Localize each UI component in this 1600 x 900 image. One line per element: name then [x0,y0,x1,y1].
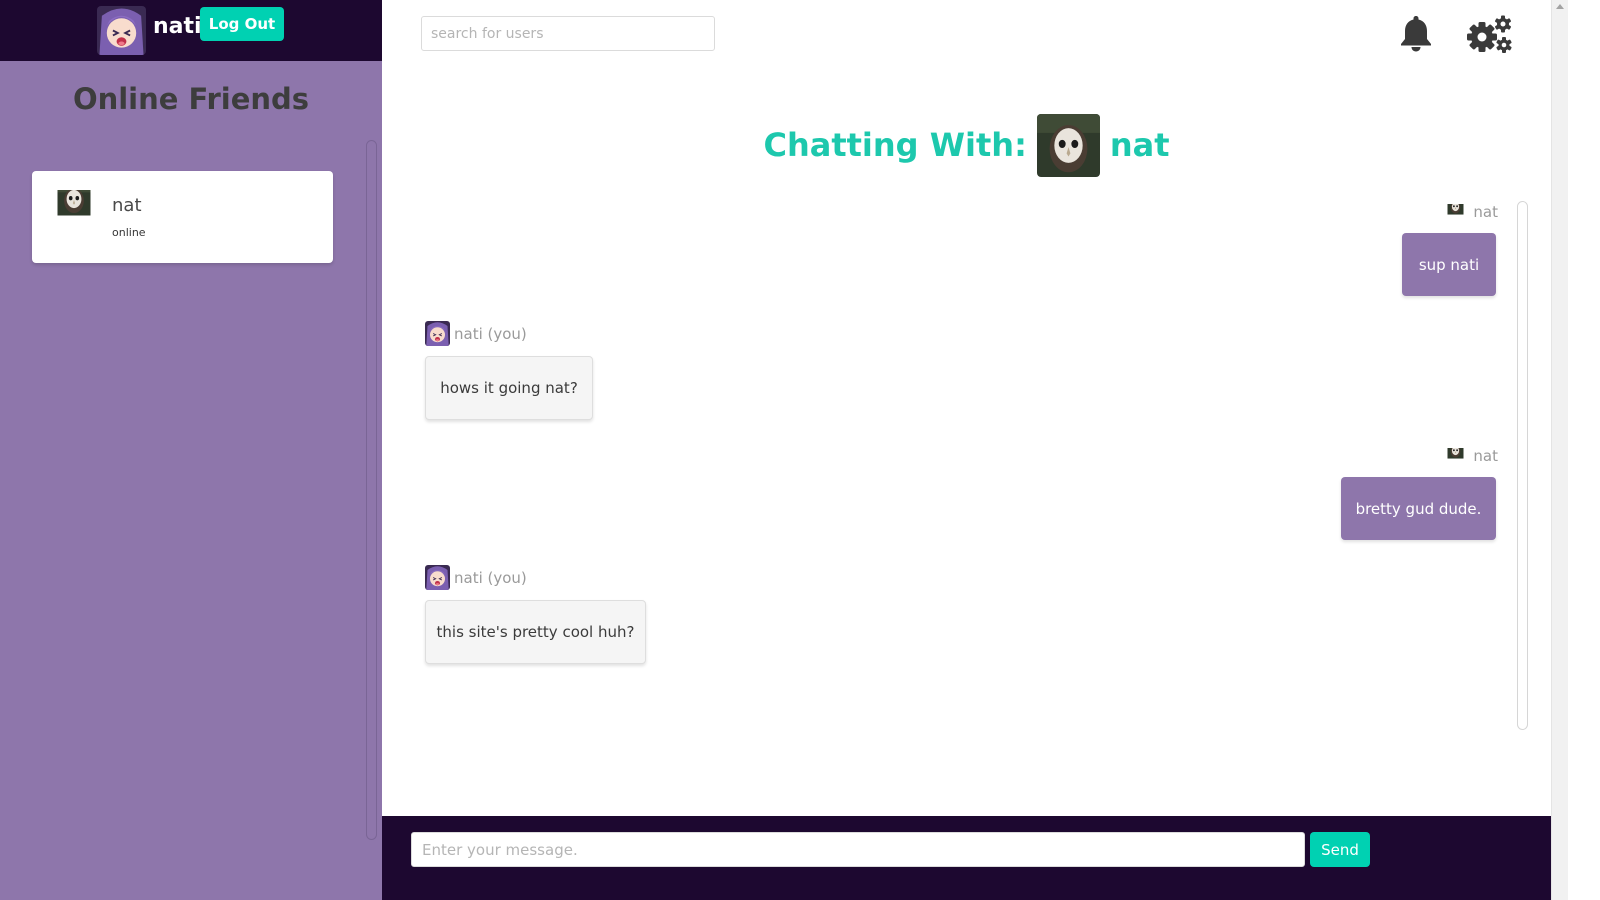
message-list: nat sup nati nati (you) hows it going na… [424,200,1498,730]
current-user-avatar[interactable] [97,6,146,55]
friends-list: nat online [32,171,333,263]
current-user-name: nati [153,14,202,39]
chatting-with-label: Chatting With: [763,126,1027,164]
friends-scrollbar[interactable] [366,140,377,840]
sender-avatar [425,321,450,346]
online-friends-title: Online Friends [72,82,310,116]
sender-name: nat [1473,447,1498,465]
chat-partner-avatar [1037,114,1100,177]
message-sender: nat [1443,447,1498,465]
friend-avatar [52,190,96,219]
sidebar-header: nati Log Out [0,0,382,61]
sender-avatar [425,565,450,590]
sender-name: nat [1473,203,1498,221]
message-sender: nati (you) [425,321,527,346]
search-input[interactable] [421,16,715,51]
sender-name: nati (you) [454,568,527,587]
logout-button[interactable]: Log Out [200,7,284,41]
page-scrollbar[interactable] [1551,0,1568,900]
sender-name: nati (you) [454,324,527,343]
friend-name: nat [112,195,142,216]
message-composer: Send [382,816,1551,900]
send-button[interactable]: Send [1310,832,1370,867]
message-input[interactable] [411,832,1305,867]
sender-avatar [1443,204,1468,220]
message-bubble: this site's pretty cool huh? [425,600,646,664]
message-bubble: sup nati [1402,233,1496,296]
sidebar: nati Log Out Online Friends nat online [0,0,382,900]
sender-avatar [1443,448,1468,464]
bell-icon[interactable] [1399,14,1433,52]
chat-header: Chatting With: nat [382,113,1551,177]
message-bubble: hows it going nat? [425,356,593,420]
chat-scrollbar[interactable] [1517,201,1528,730]
scroll-up-arrow-icon[interactable] [1556,4,1564,9]
chat-partner-name: nat [1109,126,1170,164]
message-bubble: bretty gud dude. [1341,477,1496,540]
settings-gears-icon[interactable] [1466,14,1512,54]
message-sender: nati (you) [425,565,527,590]
friend-status: online [112,226,146,239]
friend-card[interactable]: nat online [32,171,333,263]
message-sender: nat [1443,203,1498,221]
